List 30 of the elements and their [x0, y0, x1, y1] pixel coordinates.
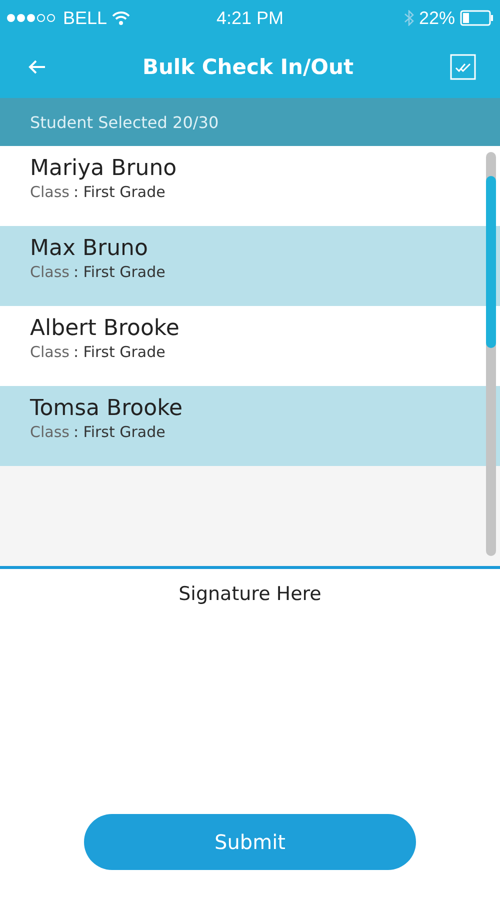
- class-value: : First Grade: [73, 183, 166, 201]
- back-arrow-icon: [28, 59, 46, 75]
- class-label: Class: [30, 183, 70, 201]
- class-value: : First Grade: [73, 343, 166, 361]
- scrollbar[interactable]: [486, 152, 496, 556]
- class-value: : First Grade: [73, 423, 166, 441]
- battery-percent: 22%: [418, 8, 455, 28]
- class-value: : First Grade: [73, 263, 166, 281]
- student-row[interactable]: Albert Brooke Class : First Grade: [0, 306, 500, 386]
- selection-count: Student Selected 20/30: [30, 112, 219, 132]
- student-name: Max Bruno: [30, 236, 149, 261]
- student-name: Tomsa Brooke: [30, 396, 184, 421]
- status-time: 4:21 PM: [216, 8, 284, 28]
- wifi-icon: [112, 11, 130, 25]
- signature-pad[interactable]: Signature Here: [0, 569, 500, 814]
- class-label: Class: [30, 423, 70, 441]
- battery-icon: [460, 10, 494, 26]
- student-name: Mariya Bruno: [30, 156, 178, 181]
- class-label: Class: [30, 263, 70, 281]
- student-row[interactable]: Max Bruno Class : First Grade: [0, 226, 500, 306]
- carrier-name: BELL: [63, 8, 108, 28]
- student-row[interactable]: Mariya Bruno Class : First Grade: [0, 146, 500, 226]
- student-name: Albert Brooke: [30, 316, 180, 341]
- double-check-icon: [450, 54, 476, 80]
- screen-title: Bulk Check In/Out: [142, 55, 354, 79]
- class-label: Class: [30, 343, 70, 361]
- student-row[interactable]: Tomsa Brooke Class : First Grade: [0, 386, 500, 466]
- signature-label: Signature Here: [178, 583, 322, 607]
- bluetooth-icon: [404, 10, 414, 26]
- signal-icon: [6, 13, 58, 23]
